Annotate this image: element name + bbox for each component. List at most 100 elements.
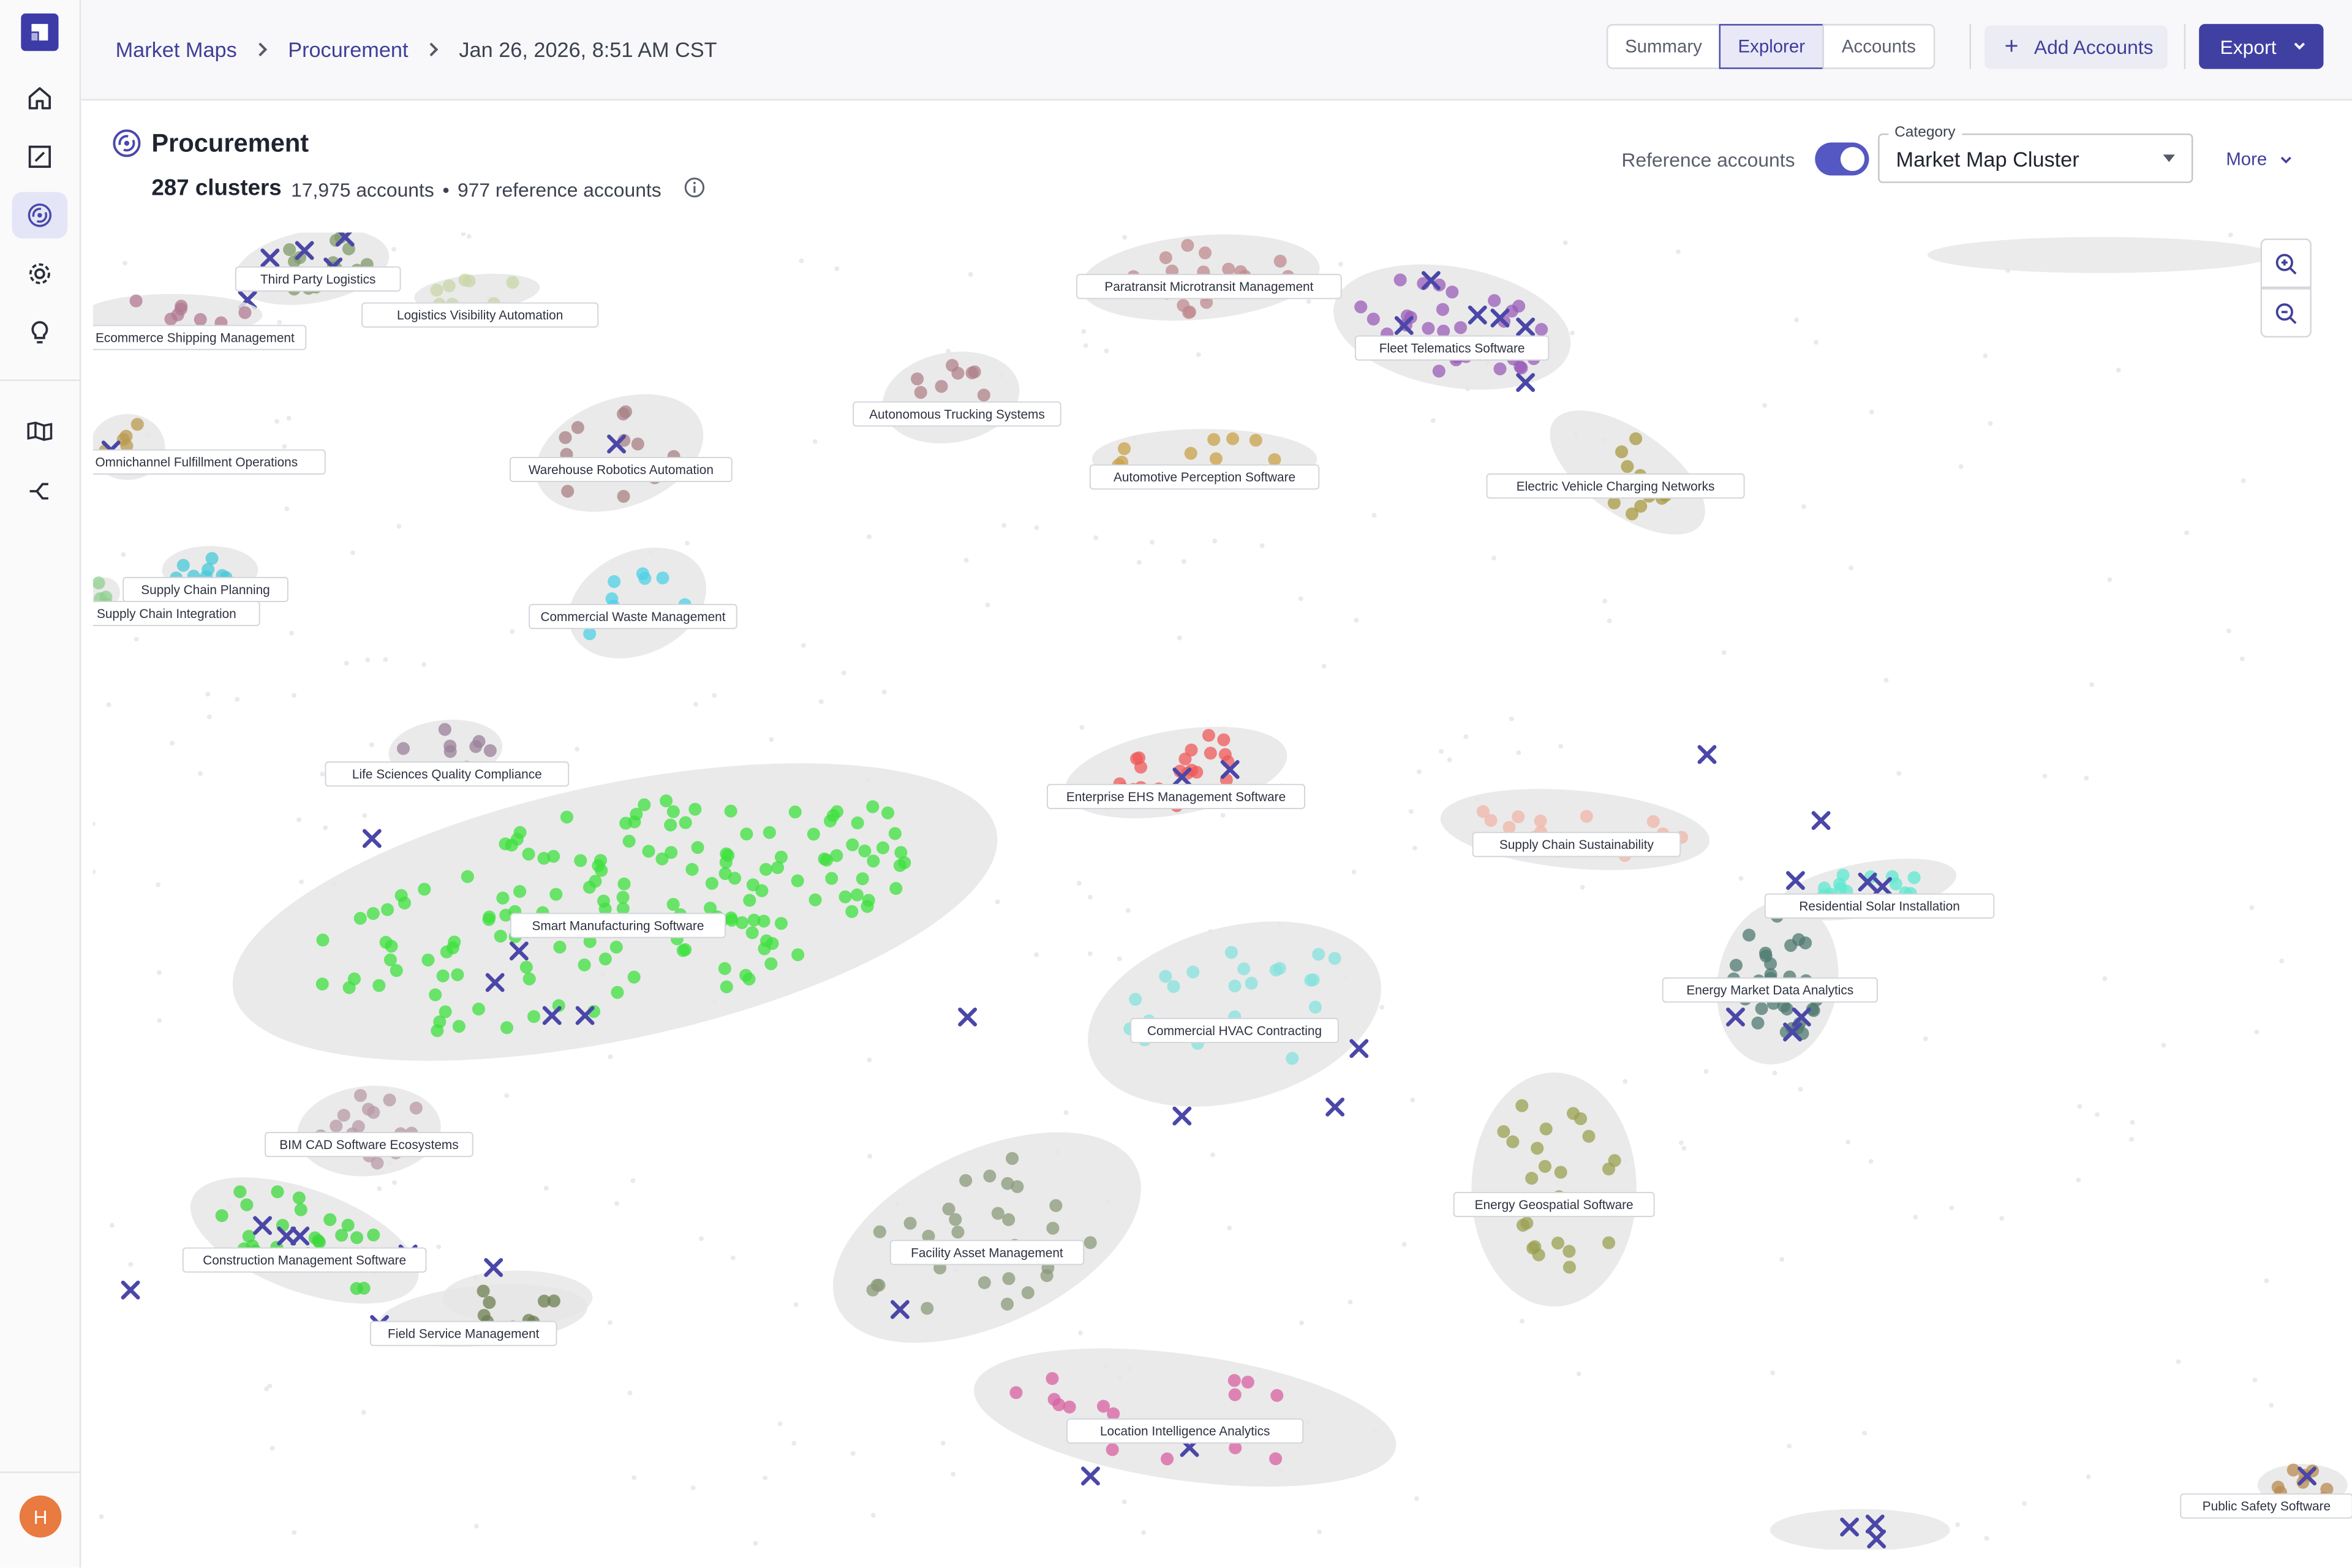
account-point[interactable] — [472, 1002, 486, 1016]
account-point[interactable] — [1217, 733, 1231, 747]
account-point[interactable] — [1198, 246, 1212, 260]
account-point[interactable] — [353, 1088, 368, 1102]
account-point[interactable] — [942, 1202, 956, 1216]
market-map-icon[interactable] — [12, 192, 68, 239]
account-point[interactable] — [704, 902, 717, 915]
account-point[interactable] — [858, 844, 872, 858]
account-point[interactable] — [609, 940, 623, 954]
account-point[interactable] — [791, 948, 805, 962]
account-point[interactable] — [894, 846, 908, 859]
account-point[interactable] — [335, 1229, 349, 1242]
account-point[interactable] — [1755, 1002, 1768, 1016]
account-point[interactable] — [429, 988, 442, 1001]
account-point[interactable] — [846, 838, 859, 851]
account-point[interactable] — [242, 1229, 255, 1243]
cluster[interactable] — [801, 1089, 1173, 1386]
account-point[interactable] — [605, 592, 619, 606]
account-point[interactable] — [755, 884, 769, 897]
account-point[interactable] — [666, 897, 680, 911]
reference-account-marker[interactable] — [1697, 745, 1717, 764]
account-point[interactable] — [728, 872, 742, 885]
account-point[interactable] — [1006, 1152, 1019, 1165]
cluster[interactable] — [1324, 247, 1581, 407]
account-point[interactable] — [409, 1101, 423, 1115]
account-point[interactable] — [597, 894, 611, 908]
account-point[interactable] — [1222, 262, 1235, 276]
account-point[interactable] — [461, 870, 474, 883]
account-point[interactable] — [1784, 939, 1798, 952]
breadcrumb-market-maps[interactable]: Market Maps — [116, 37, 237, 61]
reference-account-marker[interactable] — [121, 1280, 140, 1300]
account-point[interactable] — [294, 1203, 307, 1216]
account-point[interactable] — [1554, 1166, 1567, 1179]
account-point[interactable] — [316, 933, 330, 947]
home-icon[interactable] — [12, 75, 68, 121]
account-point[interactable] — [1159, 251, 1172, 265]
account-point[interactable] — [233, 1185, 247, 1199]
cluster-map-canvas[interactable]: Third Party Logistics Logistics Visibilit… — [92, 232, 2352, 1550]
account-point[interactable] — [549, 888, 563, 901]
account-point[interactable] — [398, 896, 412, 910]
account-point[interactable] — [1273, 254, 1287, 268]
account-point[interactable] — [439, 1005, 452, 1019]
account-point[interactable] — [1729, 959, 1743, 972]
account-point[interactable] — [876, 841, 890, 854]
tab-summary[interactable]: Summary — [1606, 24, 1721, 69]
account-point[interactable] — [1621, 460, 1634, 473]
account-point[interactable] — [1582, 1129, 1596, 1143]
account-point[interactable] — [595, 864, 608, 877]
account-point[interactable] — [164, 312, 178, 326]
account-point[interactable] — [1002, 1213, 1016, 1226]
account-point[interactable] — [619, 816, 633, 830]
account-point[interactable] — [462, 274, 476, 288]
account-point[interactable] — [292, 1191, 306, 1205]
cluster[interactable] — [1067, 891, 1402, 1137]
account-point[interactable] — [1159, 970, 1172, 983]
account-point[interactable] — [496, 891, 510, 905]
account-point[interactable] — [1422, 322, 1435, 335]
cluster-label[interactable]: Energy Market Data Analytics — [1662, 977, 1878, 1003]
account-point[interactable] — [1539, 1122, 1553, 1136]
account-point[interactable] — [1493, 362, 1507, 375]
account-point[interactable] — [830, 849, 843, 862]
account-point[interactable] — [1209, 452, 1223, 466]
account-point[interactable] — [983, 1169, 997, 1183]
reference-account-marker[interactable] — [1811, 811, 1831, 831]
account-point[interactable] — [1646, 815, 1660, 828]
account-point[interactable] — [617, 407, 630, 421]
account-point[interactable] — [1161, 1452, 1174, 1466]
account-point[interactable] — [482, 913, 496, 926]
account-point[interactable] — [1534, 814, 1547, 827]
account-point[interactable] — [1520, 1216, 1534, 1230]
account-point[interactable] — [951, 1226, 965, 1239]
account-point[interactable] — [1535, 323, 1548, 336]
account-point[interactable] — [685, 862, 699, 876]
account-point[interactable] — [1506, 1135, 1520, 1148]
account-point[interactable] — [705, 876, 718, 890]
account-point[interactable] — [1207, 433, 1221, 447]
account-point[interactable] — [553, 940, 567, 954]
account-point[interactable] — [367, 1228, 380, 1242]
account-point[interactable] — [561, 484, 575, 498]
account-point[interactable] — [1286, 1052, 1299, 1065]
account-point[interactable] — [477, 1284, 490, 1298]
account-point[interactable] — [1328, 952, 1341, 965]
account-point[interactable] — [791, 874, 804, 888]
cluster-label[interactable]: Energy Geospatial Software — [1453, 1191, 1655, 1218]
account-point[interactable] — [914, 386, 927, 399]
account-point[interactable] — [1580, 810, 1593, 823]
account-point[interactable] — [1562, 1245, 1576, 1258]
cluster[interactable] — [875, 341, 1027, 454]
account-point[interactable] — [1515, 1099, 1529, 1112]
account-point[interactable] — [867, 854, 880, 868]
account-point[interactable] — [1046, 1372, 1059, 1385]
account-point[interactable] — [1268, 453, 1281, 466]
account-point[interactable] — [494, 929, 507, 943]
account-point[interactable] — [1129, 992, 1142, 1006]
account-point[interactable] — [1226, 432, 1240, 445]
account-point[interactable] — [452, 1020, 466, 1033]
cluster-label[interactable]: Enterprise EHS Management Software — [1047, 783, 1305, 809]
account-point[interactable] — [1454, 321, 1468, 334]
account-point[interactable] — [807, 827, 820, 841]
cluster[interactable] — [175, 1152, 435, 1330]
